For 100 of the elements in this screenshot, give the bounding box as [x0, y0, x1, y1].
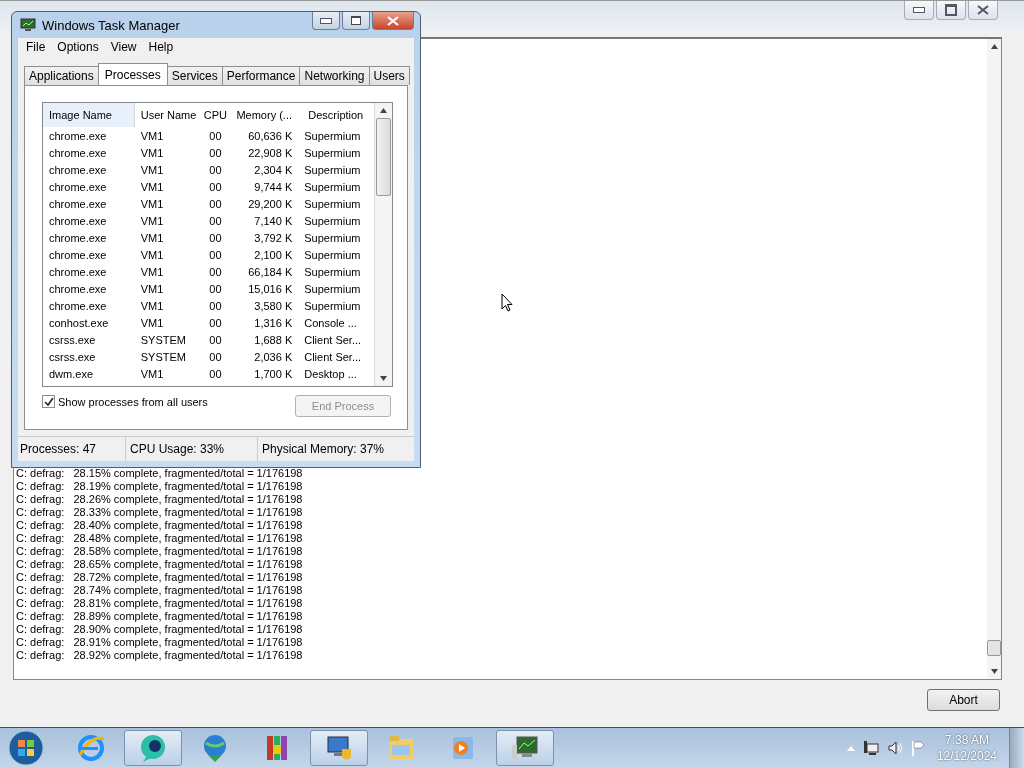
speaker-icon[interactable]: [886, 740, 903, 756]
table-cell-text: SYSTEM: [139, 333, 187, 346]
network-icon[interactable]: [862, 740, 879, 756]
table-cell-text: 60,636 K: [247, 129, 294, 142]
log-line: C: defrag: 28.90% complete, fragmented/total = 1/176198: [16, 623, 304, 636]
table-cell-text: 00: [208, 316, 223, 329]
table-cell-text: 66,184 K: [247, 265, 294, 278]
table-cell-text: VM1: [139, 129, 165, 142]
menu-item[interactable]: Help: [142, 40, 180, 54]
table-cell-text: VM1: [139, 248, 165, 261]
table-cell-text: 00: [208, 146, 223, 159]
tab[interactable]: Services: [166, 66, 223, 85]
log-line: C: defrag: 28.74% complete, fragmented/total = 1/176198: [16, 584, 304, 597]
column-header[interactable]: Image Name: [43, 103, 135, 127]
show-desktop-button[interactable]: [1009, 728, 1024, 768]
scroll-down-icon[interactable]: [380, 376, 387, 381]
table-cell-text: 2,304 K: [253, 163, 294, 176]
log-line: C: defrag: 28.48% complete, fragmented/total = 1/176198: [16, 532, 304, 545]
menu-item[interactable]: Options: [51, 40, 105, 54]
log-line: C: defrag: 28.33% complete, fragmented/total = 1/176198: [16, 506, 304, 519]
table-cell-text: 00: [208, 282, 223, 295]
table-cell-text: chrome.exe: [48, 214, 108, 227]
table-cell-text: Supermium: [303, 248, 362, 261]
scrollbar[interactable]: [987, 39, 1001, 679]
table-cell-text: VM1: [139, 146, 165, 159]
table-cell-text: Supermium: [303, 180, 362, 193]
tab[interactable]: Applications: [24, 66, 99, 85]
table-cell-text: 15,016 K: [247, 282, 294, 295]
table-cell-text: Supermium: [303, 231, 362, 244]
scroll-up-icon[interactable]: [990, 44, 998, 49]
mouse-cursor-icon: [501, 293, 513, 312]
status-text: CPU Usage: 33%: [126, 437, 258, 461]
table-cell-text: 00: [208, 299, 223, 312]
flag-icon[interactable]: [910, 740, 925, 756]
window-title: Windows Task Manager: [42, 17, 180, 33]
minimize-button[interactable]: [312, 12, 340, 30]
scrollbar[interactable]: [374, 103, 392, 386]
restore-button[interactable]: [936, 1, 966, 20]
tab[interactable]: Networking: [299, 66, 370, 85]
status-text: Processes: 47: [18, 437, 126, 461]
close-button[interactable]: [372, 12, 414, 30]
log-line: C: defrag: 28.72% complete, fragmented/total = 1/176198: [16, 571, 304, 584]
start-button[interactable]: [8, 730, 44, 766]
table-cell-text: chrome.exe: [48, 197, 108, 210]
menu-item[interactable]: View: [104, 40, 143, 54]
table-cell-text: 1,688 K: [253, 333, 294, 346]
tab[interactable]: Performance: [221, 66, 301, 85]
table-cell-text: VM1: [139, 180, 165, 193]
chat-bubble-icon[interactable]: [138, 733, 168, 763]
log-line: C: defrag: 28.58% complete, fragmented/total = 1/176198: [16, 545, 304, 558]
table-cell-text: 3,792 K: [253, 231, 294, 244]
table-cell-text: VM1: [139, 282, 165, 295]
table-cell-text: VM1: [139, 231, 165, 244]
table-cell-text: VM1: [139, 214, 165, 227]
table-cell-text: 1,316 K: [253, 316, 294, 329]
maximize-button[interactable]: [342, 12, 370, 30]
table-cell-text: 7,140 K: [253, 214, 294, 227]
table-cell-text: Client Ser...: [303, 333, 363, 346]
table-cell-text: chrome.exe: [48, 265, 108, 278]
table-cell-text: Supermium: [303, 146, 362, 159]
table-cell-text: 00: [208, 231, 223, 244]
table-cell-text: SYSTEM: [139, 350, 187, 363]
table-cell-text: Supermium: [303, 129, 362, 142]
column-header[interactable]: CPU: [200, 103, 231, 127]
tab[interactable]: Users: [368, 66, 410, 85]
table-cell-text: VM1: [139, 316, 165, 329]
column-header[interactable]: User Name: [134, 103, 201, 127]
table-cell-text: 00: [208, 333, 223, 346]
tab[interactable]: Processes: [97, 63, 168, 85]
table-cell-text: chrome.exe: [48, 146, 108, 159]
table-cell-text: chrome.exe: [48, 299, 108, 312]
table-cell-text: 00: [208, 180, 223, 193]
close-button[interactable]: [968, 1, 998, 20]
close-icon[interactable]: [977, 5, 989, 15]
scroll-thumb[interactable]: [376, 118, 391, 196]
column-header[interactable]: Memory (...: [230, 103, 301, 127]
menu-item[interactable]: File: [20, 40, 52, 54]
log-line: C: defrag: 28.89% complete, fragmented/total = 1/176198: [16, 610, 304, 623]
table-cell-text: VM1: [139, 197, 165, 210]
table-cell-text: Supermium: [303, 214, 362, 227]
abort-button[interactable]: Abort: [927, 689, 1000, 711]
scroll-thumb[interactable]: [987, 640, 1001, 656]
column-header[interactable]: Description: [300, 103, 374, 127]
log-line: C: defrag: 28.19% complete, fragmented/total = 1/176198: [16, 480, 304, 493]
scroll-down-icon[interactable]: [990, 669, 998, 674]
table-cell-text: 00: [208, 163, 223, 176]
scroll-up-icon[interactable]: [380, 108, 387, 113]
table-cell-text: Supermium: [303, 265, 362, 278]
monitor-icon: [20, 18, 36, 32]
table-cell-text: VM1: [139, 265, 165, 278]
minimize-button[interactable]: [904, 1, 934, 20]
table-cell-text: 00: [208, 248, 223, 261]
table-cell-text: chrome.exe: [48, 282, 108, 295]
table-cell-text: 00: [208, 367, 223, 380]
table-cell-text: VM1: [139, 163, 165, 176]
log-line: C: defrag: 28.40% complete, fragmented/total = 1/176198: [16, 519, 304, 532]
table-cell-text: Supermium: [303, 163, 362, 176]
checkbox[interactable]: [42, 395, 55, 408]
table-cell-text: 00: [208, 350, 223, 363]
table-cell-text: chrome.exe: [48, 180, 108, 193]
